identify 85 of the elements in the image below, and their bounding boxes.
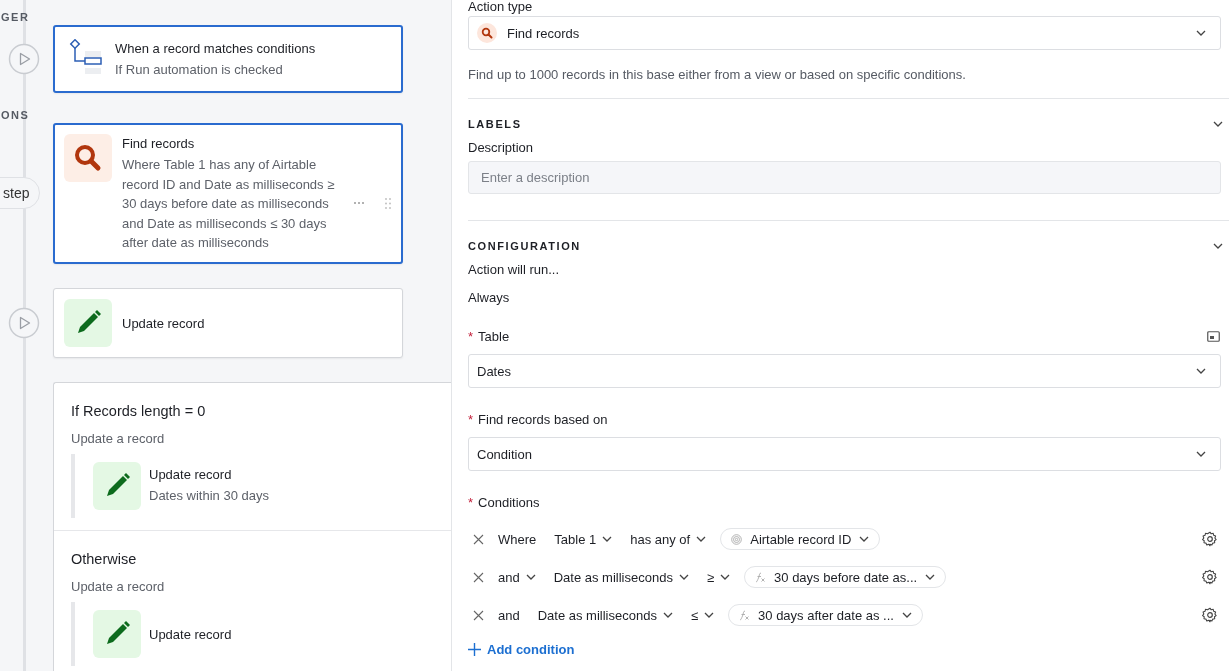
value-chip[interactable]: 30 days after date as ... <box>728 604 923 626</box>
description-field[interactable]: Enter a description <box>468 161 1221 194</box>
formula-icon <box>739 609 751 621</box>
close-icon[interactable] <box>473 571 484 583</box>
help-text: Find up to 1000 records in this base either from a view or based on specific conditions. <box>468 67 967 82</box>
nested-step[interactable]: Update record <box>71 601 451 666</box>
fingerprint-icon <box>731 533 743 545</box>
operator-dropdown[interactable]: has any of <box>626 531 711 547</box>
step-subtitle: Where Table 1 has any of Airtable record ID and Date as milliseconds ≥ 30 days before date as milliseconds and Date as milliseconds ≤ 30 days after date as milliseconds <box>122 156 336 252</box>
chevron-down-icon <box>1196 368 1206 374</box>
search-icon <box>477 23 497 43</box>
branch-title: Otherwise <box>71 550 138 567</box>
section-label: ONS <box>0 108 31 123</box>
required-mark: * <box>468 495 474 510</box>
settings-icon[interactable] <box>1202 531 1218 547</box>
field-label: Find records based on <box>478 412 608 427</box>
section-heading: LABELS <box>468 118 522 130</box>
expand-icon[interactable] <box>1207 331 1220 342</box>
field-dropdown[interactable]: Date as milliseconds <box>533 607 677 623</box>
value-chip[interactable]: Airtable record ID <box>720 528 881 550</box>
close-icon[interactable] <box>473 609 484 621</box>
step-title: Update record <box>122 316 206 331</box>
nested-step[interactable]: Update record Dates within 30 days <box>71 453 451 518</box>
conjunction-text: and <box>497 607 521 623</box>
step-subtitle: Dates within 30 days <box>149 487 269 506</box>
select-value: Find records <box>507 25 581 41</box>
formula-icon <box>755 571 767 583</box>
branch-subtitle: Update a record <box>71 578 166 594</box>
field-label: Action type <box>468 0 534 14</box>
field-dropdown[interactable]: Date as milliseconds <box>549 569 693 585</box>
field-label: Conditions <box>478 495 540 510</box>
chevron-down-icon <box>1196 30 1206 36</box>
run-value: Always <box>468 290 511 305</box>
step-card[interactable]: Update record <box>53 287 403 358</box>
add-condition-link[interactable]: Add condition <box>468 642 575 657</box>
field-label: Table <box>478 329 510 344</box>
chevron-down-icon <box>678 574 689 580</box>
chevron-down-icon <box>525 574 536 580</box>
search-icon <box>64 134 112 182</box>
step-title: Update record <box>149 627 232 642</box>
collapse-chevron-icon <box>1213 243 1223 249</box>
section-label: GER <box>0 10 31 25</box>
pencil-icon <box>93 461 141 510</box>
select-value: Dates <box>477 363 512 379</box>
chevron-down-icon <box>901 612 912 618</box>
field-label: Action will run... <box>468 262 561 277</box>
field-label: Description <box>468 140 535 155</box>
based-on-select[interactable]: Condition <box>468 437 1221 471</box>
step-title: When a record matches conditions <box>115 40 316 56</box>
required-mark: * <box>468 412 474 427</box>
conjunction-text: Where <box>497 531 538 547</box>
table-select[interactable]: Dates <box>468 354 1221 388</box>
branch-subtitle: Update a record <box>71 430 166 446</box>
action-type-select[interactable]: Find records <box>468 16 1221 50</box>
settings-icon[interactable] <box>1202 569 1218 585</box>
pencil-icon <box>93 609 141 658</box>
chevron-down-icon <box>925 574 936 580</box>
step-card[interactable]: Find records Where Table 1 has any of Airtable record ID and Date as milliseconds ≥ 30 days before date as milliseconds and Date as milliseconds ≤ 30 days after date as milliseconds <box>53 123 403 264</box>
chevron-down-icon <box>602 536 613 542</box>
section-heading: CONFIGURATION <box>468 240 581 252</box>
field-dropdown[interactable]: Table 1 <box>550 531 617 547</box>
step-subtitle: If Run automation is checked <box>115 60 284 79</box>
step-title: Find records <box>122 136 196 151</box>
settings-icon[interactable] <box>1202 607 1218 623</box>
chevron-down-icon <box>720 574 731 580</box>
value-chip[interactable]: 30 days before date as... <box>744 566 947 588</box>
chevron-down-icon <box>1196 451 1206 457</box>
trigger-card[interactable]: When a record matches conditions If Run automation is checked <box>53 25 403 93</box>
chevron-down-icon <box>859 536 870 542</box>
conjunction-dropdown[interactable]: and <box>494 569 540 585</box>
select-value: Condition <box>477 446 533 462</box>
operator-dropdown[interactable]: ≤ <box>686 607 719 623</box>
drag-handle-icon[interactable] <box>385 198 391 209</box>
step-title: Update record <box>149 467 233 483</box>
required-mark: * <box>468 329 474 344</box>
chevron-down-icon <box>704 612 715 618</box>
collapse-chevron-icon <box>1213 121 1223 127</box>
add-step-button[interactable]: step <box>0 177 41 210</box>
close-icon[interactable] <box>473 533 484 545</box>
chevron-down-icon <box>696 536 707 542</box>
branch-title: If Records length = 0 <box>71 402 207 419</box>
pencil-icon <box>64 298 112 347</box>
operator-dropdown[interactable]: ≥ <box>702 569 735 585</box>
chevron-down-icon <box>662 612 673 618</box>
plus-icon <box>468 643 481 656</box>
